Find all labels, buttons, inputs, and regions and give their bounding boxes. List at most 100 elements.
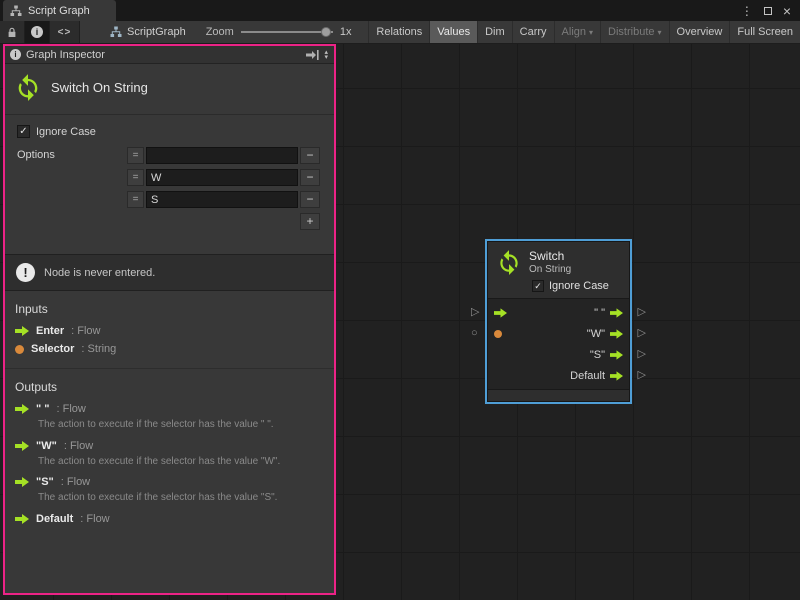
inspector-header-title: Graph Inspector — [26, 49, 105, 61]
output-port-row: Default : Flow — [5, 510, 334, 528]
info-icon: i — [31, 26, 43, 38]
tab-script-graph[interactable]: Script Graph — [3, 0, 116, 21]
switch-node[interactable]: Switch On String ✓ Ignore Case ▷ " " — [487, 241, 630, 402]
info-icon: i — [10, 49, 21, 60]
selector-in-port[interactable] — [494, 330, 502, 338]
dim-button[interactable]: Dim — [477, 21, 512, 43]
graph-inspector-panel: i Graph Inspector ▴▾ Switch On String ✓ — [3, 44, 336, 595]
external-flow-connector-icon[interactable]: ▷ — [638, 370, 646, 381]
inspector-toggle-button[interactable]: i — [25, 21, 50, 43]
output-port-label: "W" — [587, 328, 605, 340]
warning-icon: ! — [16, 263, 35, 282]
external-flow-connector-icon[interactable]: ▷ — [471, 307, 479, 318]
flow-port-icon — [15, 326, 29, 336]
output-port-label: Default — [570, 370, 605, 382]
node-footer — [488, 389, 629, 401]
ignore-case-label: Ignore Case — [36, 126, 96, 138]
port-description: The action to execute if the selector ha… — [5, 491, 334, 510]
option-row: = − — [127, 147, 320, 164]
node-type-title: Switch On String — [51, 80, 148, 95]
flow-out-port-1[interactable] — [610, 329, 623, 339]
checkbox-checked[interactable]: ✓ — [532, 280, 544, 292]
remove-option-button[interactable]: − — [300, 169, 320, 186]
node-port-row: ▷ " " ▷ — [488, 302, 629, 323]
option-input-0[interactable] — [146, 147, 298, 164]
tab-title: Script Graph — [28, 5, 90, 17]
options-field: Options = − = − = — [17, 147, 320, 230]
option-input-1[interactable] — [146, 169, 298, 186]
data-port-icon — [15, 345, 24, 354]
output-port-label: "S" — [590, 349, 605, 361]
inspector-header: i Graph Inspector ▴▾ — [5, 46, 334, 64]
flow-out-port-2[interactable] — [610, 350, 623, 360]
fullscreen-button[interactable]: Full Screen — [729, 21, 800, 43]
output-port-row: "W" : Flow — [5, 437, 334, 455]
external-flow-connector-icon[interactable]: ▷ — [638, 349, 646, 360]
zoom-slider-track — [241, 31, 333, 33]
flow-port-icon — [15, 404, 29, 414]
flow-port-icon — [15, 477, 29, 487]
carry-button[interactable]: Carry — [512, 21, 554, 43]
input-port-row: Enter : Flow — [5, 322, 334, 340]
graph-asset-icon — [110, 26, 122, 38]
node-port-row: ○ "W" ▷ — [488, 323, 629, 344]
lock-button[interactable] — [0, 21, 25, 43]
overview-button[interactable]: Overview — [669, 21, 730, 43]
lock-icon — [7, 27, 17, 38]
remove-option-button[interactable]: − — [300, 147, 320, 164]
inspector-properties: ✓ Ignore Case Options = − = — [5, 115, 334, 242]
menu-kebab-icon[interactable]: ⋮ — [741, 5, 753, 17]
flow-out-port-0[interactable] — [610, 308, 623, 318]
remove-option-button[interactable]: − — [300, 191, 320, 208]
drag-handle-icon[interactable]: = — [127, 147, 144, 164]
window-controls: ⋮ × — [732, 0, 800, 21]
output-port-row: "S" : Flow — [5, 473, 334, 491]
graph-toolbar: i <> ScriptGraph Zoom 1x Relations Value… — [0, 21, 800, 44]
scroll-arrows-icon[interactable]: ▴▾ — [324, 50, 329, 60]
zoom-value: 1x — [340, 26, 352, 38]
zoom-control: Zoom 1x — [206, 21, 352, 43]
options-list: = − = − = − — [127, 147, 320, 230]
outputs-header: Outputs — [5, 373, 334, 400]
code-view-button[interactable]: <> — [50, 21, 80, 43]
drag-handle-icon[interactable]: = — [127, 191, 144, 208]
inputs-section: Inputs Enter : Flow Selector : String — [5, 291, 334, 364]
node-header[interactable]: Switch On String — [488, 242, 629, 277]
port-description: The action to execute if the selector ha… — [5, 418, 334, 437]
unity-window: Script Graph ⋮ × i <> Scr — [0, 0, 800, 600]
align-button[interactable]: Align▾ — [554, 21, 600, 43]
maximize-icon[interactable] — [764, 5, 772, 17]
output-port-row: " " : Flow — [5, 400, 334, 418]
ignore-case-checkbox[interactable]: ✓ Ignore Case — [17, 125, 320, 138]
drag-handle-icon[interactable]: = — [127, 169, 144, 186]
distribute-button[interactable]: Distribute▾ — [600, 21, 668, 43]
titlebar: Script Graph ⋮ × — [0, 0, 800, 21]
zoom-slider-knob[interactable] — [321, 27, 331, 37]
toolbar-buttons: Relations Values Dim Carry Align▾ Distri… — [368, 21, 800, 43]
node-ignore-case-checkbox[interactable]: ✓ Ignore Case — [488, 277, 629, 299]
relations-button[interactable]: Relations — [368, 21, 429, 43]
external-data-connector-icon[interactable]: ○ — [471, 328, 478, 339]
checkbox-checked[interactable]: ✓ — [17, 125, 30, 138]
zoom-slider[interactable] — [241, 26, 333, 38]
values-button[interactable]: Values — [429, 21, 477, 43]
inspector-title-row: Switch On String — [5, 64, 334, 115]
switch-icon — [496, 249, 522, 275]
outputs-section: Outputs " " : Flow The action to execute… — [5, 368, 334, 534]
flow-in-port[interactable] — [494, 308, 507, 318]
option-input-2[interactable] — [146, 191, 298, 208]
chevron-down-icon: ▾ — [658, 28, 662, 37]
warning-text: Node is never entered. — [44, 267, 155, 279]
inputs-header: Inputs — [5, 295, 334, 322]
main-area: Switch On String ✓ Ignore Case ▷ " " — [0, 44, 800, 600]
add-option-button[interactable]: + — [300, 213, 320, 230]
port-description: The action to execute if the selector ha… — [5, 455, 334, 474]
dock-icon[interactable] — [306, 50, 319, 60]
switch-icon — [14, 73, 42, 101]
external-flow-connector-icon[interactable]: ▷ — [638, 328, 646, 339]
graph-breadcrumb[interactable]: ScriptGraph — [110, 21, 186, 43]
close-icon[interactable]: × — [783, 4, 791, 18]
flow-out-port-3[interactable] — [610, 371, 623, 381]
external-flow-connector-icon[interactable]: ▷ — [638, 307, 646, 318]
flow-port-icon — [15, 514, 29, 524]
